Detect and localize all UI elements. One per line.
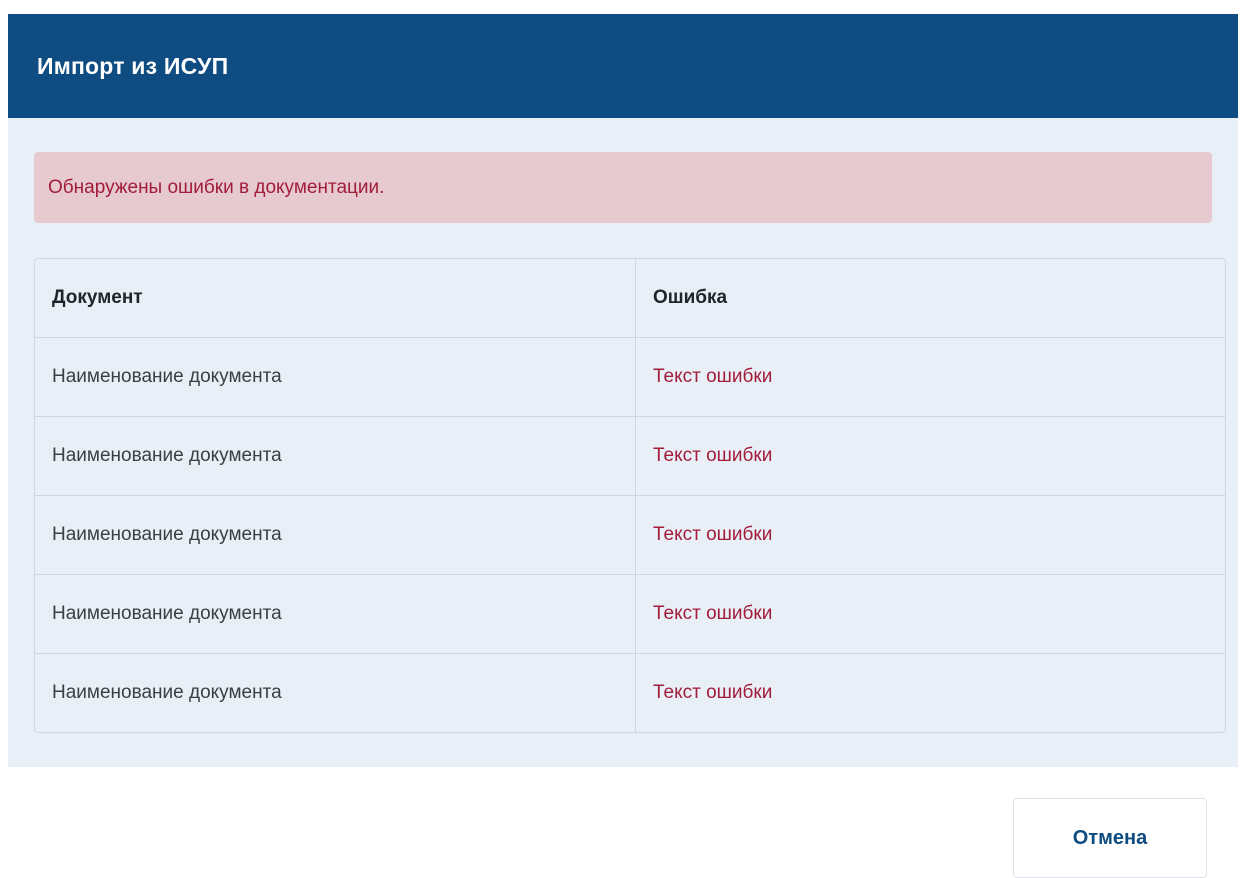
cancel-button[interactable]: Отмена: [1013, 798, 1207, 878]
errors-table: Документ Ошибка Наименование документа Т…: [34, 258, 1226, 733]
error-text-cell: Текст ошибки: [653, 366, 773, 387]
import-dialog: Импорт из ИСУП Обнаружены ошибки в докум…: [8, 14, 1238, 767]
document-name-cell: Наименование документа: [35, 654, 636, 732]
dialog-header: Импорт из ИСУП: [8, 14, 1238, 118]
document-name-cell: Наименование документа: [35, 417, 636, 495]
error-text-cell: Текст ошибки: [653, 682, 773, 703]
dialog-title: Импорт из ИСУП: [37, 52, 229, 79]
document-name-cell: Наименование документа: [35, 575, 636, 653]
document-name-cell: Наименование документа: [35, 496, 636, 574]
table-row: Наименование документа Текст ошибки: [35, 574, 1225, 653]
column-header-error: Ошибка: [653, 287, 728, 308]
table-row: Наименование документа Текст ошибки: [35, 416, 1225, 495]
dialog-body: Обнаружены ошибки в документации. Докуме…: [8, 118, 1238, 767]
column-header-document: Документ: [35, 259, 636, 337]
table-header-row: Документ Ошибка: [35, 259, 1225, 337]
error-text-cell: Текст ошибки: [653, 445, 773, 466]
document-name-cell: Наименование документа: [35, 338, 636, 416]
error-alert: Обнаружены ошибки в документации.: [34, 152, 1212, 223]
table-row: Наименование документа Текст ошибки: [35, 337, 1225, 416]
dialog-footer: Отмена: [0, 767, 1246, 878]
table-row: Наименование документа Текст ошибки: [35, 495, 1225, 574]
alert-message: Обнаружены ошибки в документации.: [48, 176, 385, 198]
error-text-cell: Текст ошибки: [653, 603, 773, 624]
table-row: Наименование документа Текст ошибки: [35, 653, 1225, 732]
error-text-cell: Текст ошибки: [653, 524, 773, 545]
